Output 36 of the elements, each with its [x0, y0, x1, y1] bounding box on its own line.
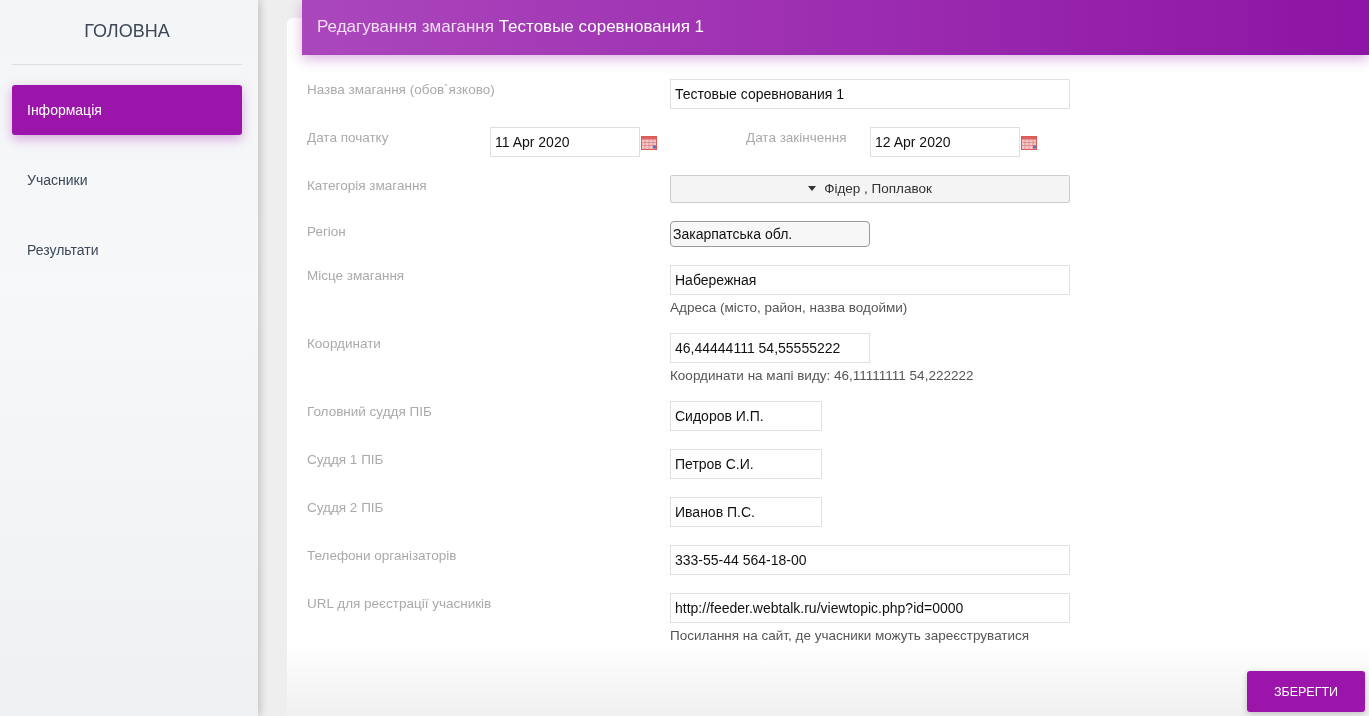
sidebar-item[interactable]: Учасники: [12, 155, 242, 205]
field-label: Координати: [307, 334, 382, 353]
field-hint: Адреса (місто, район, назва водойми): [670, 299, 909, 315]
sidebar-title: ГОЛОВНА: [12, 0, 242, 65]
text-field[interactable]: Тестовые соревнования 1: [670, 78, 1070, 109]
calendar-icon[interactable]: [1021, 135, 1037, 150]
field-label: Суддя 2 ПІБ: [307, 498, 385, 517]
field-label: Категорія змагання: [307, 176, 428, 195]
field-label: URL для реєстрації учасників: [307, 594, 493, 613]
field-label: Регіон: [307, 222, 347, 241]
field-label: Суддя 1 ПІБ: [307, 450, 385, 469]
caret-icon: [808, 186, 817, 192]
field-hint: Координати на мапі виду: 46,11111111 54,222222: [670, 367, 974, 383]
date-field[interactable]: 11 Apr 2020: [490, 126, 640, 157]
date-field[interactable]: 12 Apr 2020: [870, 126, 1020, 157]
text-field[interactable]: Набережная: [670, 264, 1070, 295]
sidebar-item[interactable]: Результати: [12, 225, 242, 275]
text-field[interactable]: 46,44444111 54,55555222: [670, 332, 870, 363]
field-label: Дата закінчення: [746, 128, 848, 147]
field-label: Телефони організаторів: [307, 546, 458, 565]
field-label: Місце змагання: [307, 266, 406, 285]
sidebar-item[interactable]: Інформація: [12, 85, 242, 135]
text-field[interactable]: http://feeder.webtalk.ru/viewtopic.php?id=0000: [670, 592, 1070, 623]
field-label: Дата початку: [307, 128, 390, 147]
text-field[interactable]: Петров С.И.: [670, 448, 822, 479]
field-hint: Посилання на сайт, де учасники можуть зареєструватися: [670, 627, 1031, 643]
region-select[interactable]: Закарпатська обл.: [670, 220, 870, 247]
save-button[interactable]: ЗБЕРЕГТИ: [1247, 671, 1365, 712]
text-field[interactable]: Сидоров И.П.: [670, 400, 822, 431]
field-label: Головний суддя ПІБ: [307, 402, 433, 421]
text-field[interactable]: Иванов П.С.: [670, 496, 822, 527]
header-title: Редагування змагання Тестовые соревнования 1: [317, 17, 705, 38]
text-field[interactable]: 333-55-44 564-18-00: [670, 544, 1070, 575]
field-label: Назва змагання (обов`язково): [307, 80, 496, 99]
category-dropdown[interactable]: Фідер , Поплавок: [670, 174, 1070, 203]
calendar-icon[interactable]: [641, 135, 657, 150]
